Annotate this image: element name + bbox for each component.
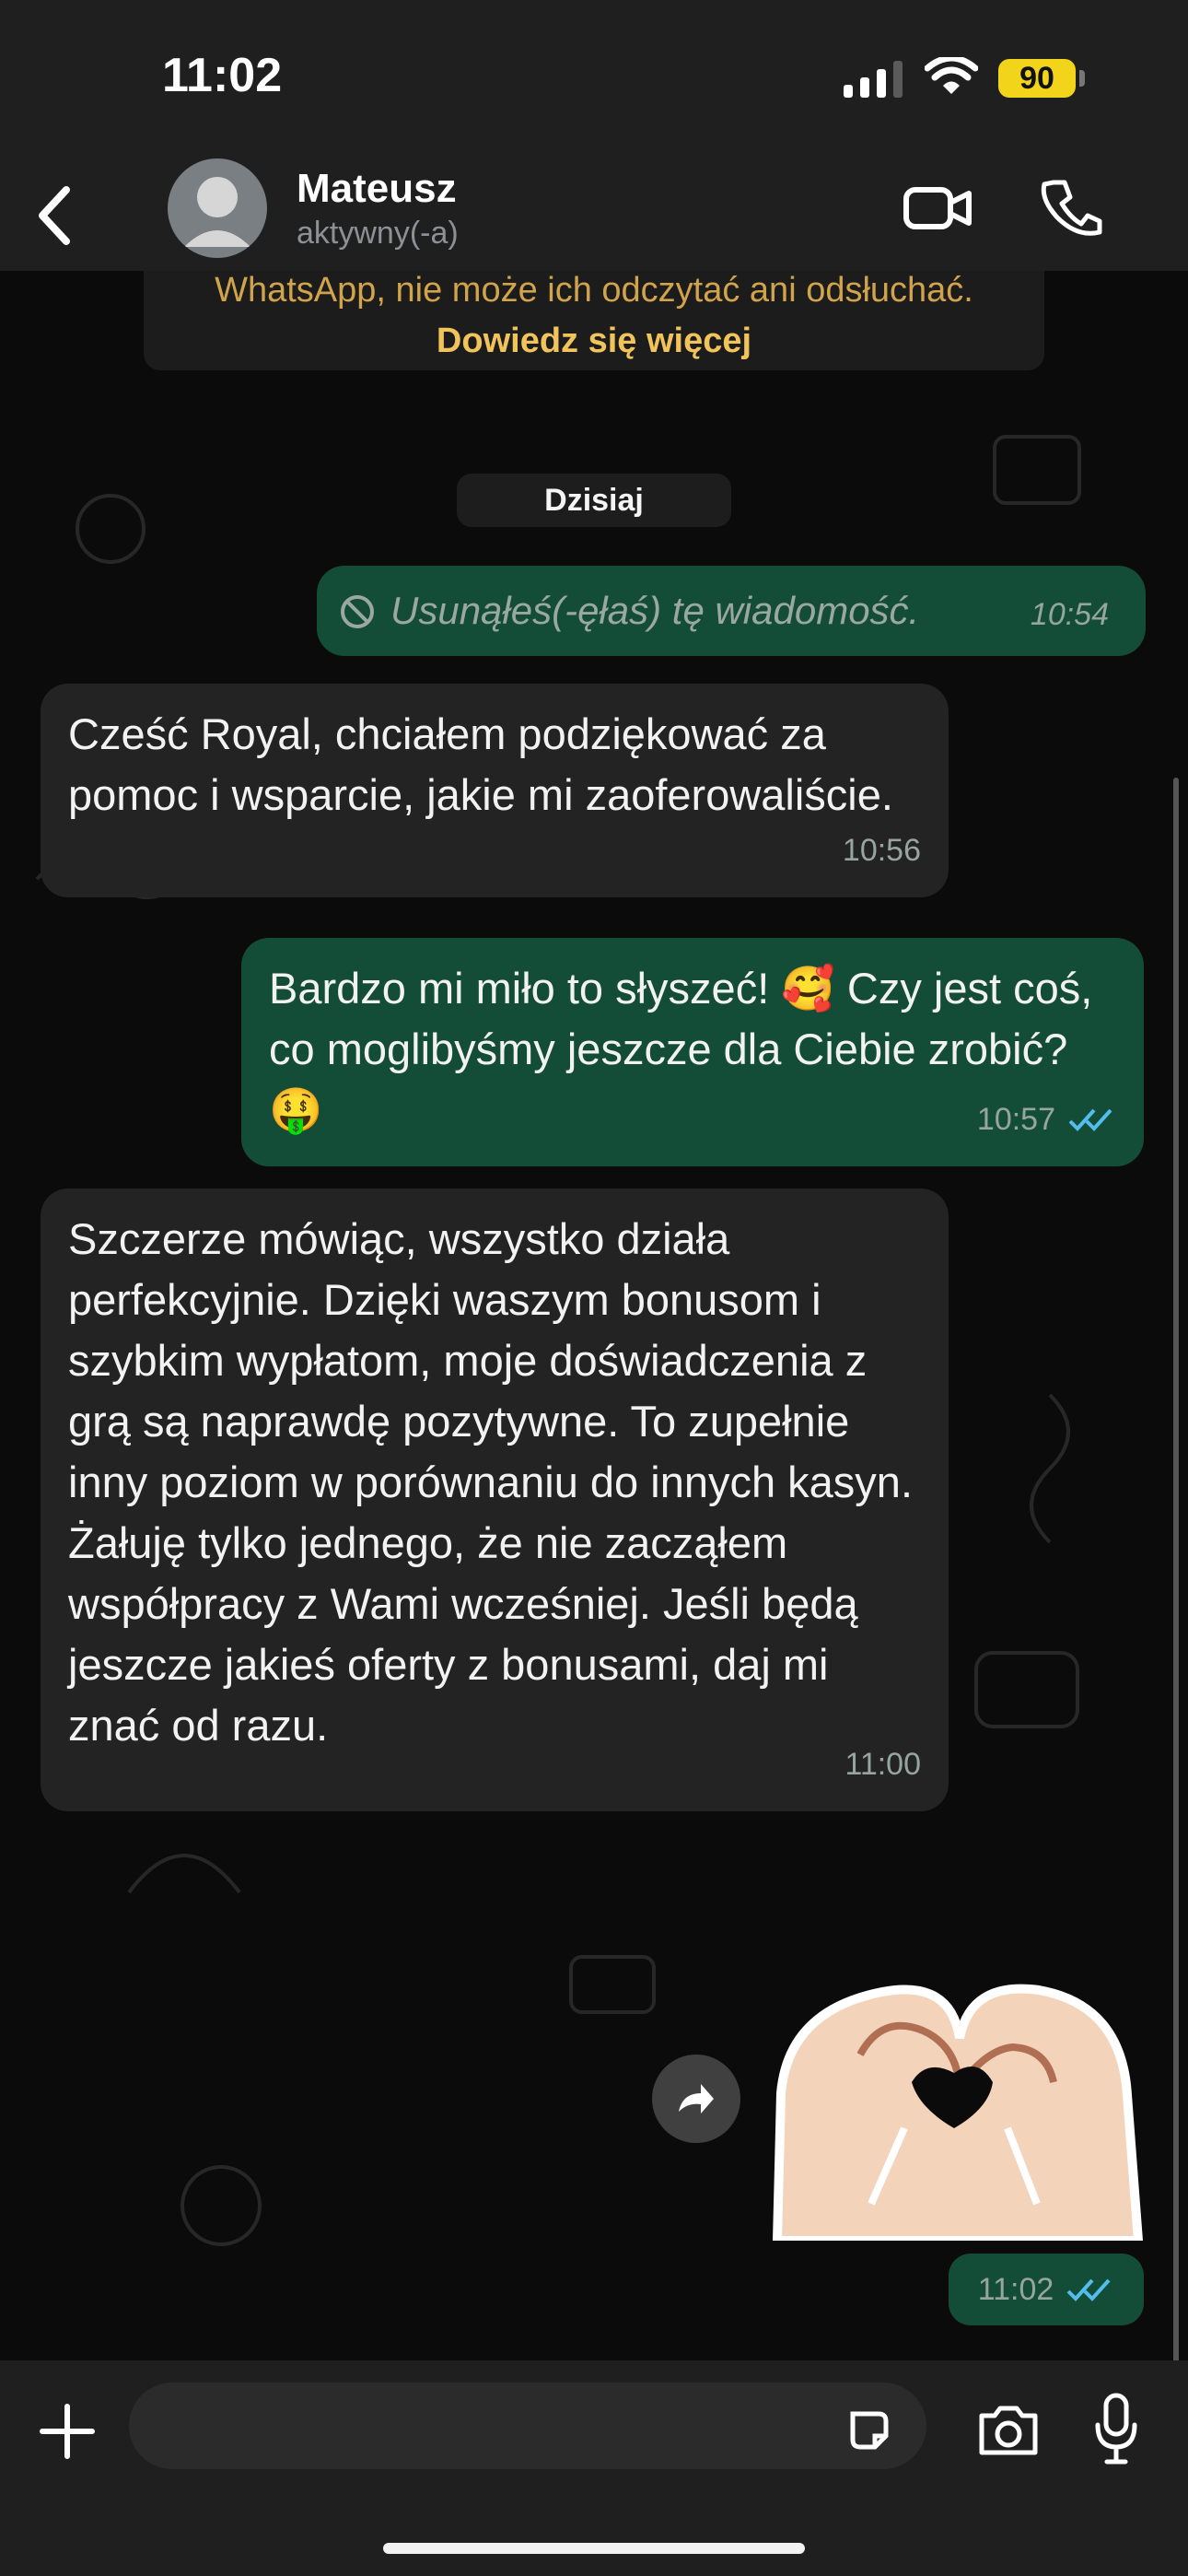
wifi-icon [925,57,978,94]
message-composer [0,2360,1188,2576]
sticker-icon[interactable] [844,2405,895,2456]
encryption-notice: WhatsApp, nie może ich odczytać ani odsł… [144,271,1044,370]
deleted-message-bubble[interactable]: Usunąłeś(-ęłaś) tę wiadomość. 10:54 [317,566,1146,656]
message-timestamp: 10:54 [1030,597,1109,632]
plus-icon[interactable] [35,2399,99,2464]
chat-area[interactable]: WhatsApp, nie może ich odczytać ani odsł… [0,271,1188,2360]
back-icon[interactable] [31,182,79,249]
chat-header: Mateusz aktywny(-a) [0,147,1188,273]
message-timestamp: 10:56 [842,833,921,868]
message-input[interactable] [129,2383,926,2469]
cellular-signal-icon [844,61,903,98]
deleted-message-text: Usunąłeś(-ęłaś) tę wiadomość. [390,589,920,632]
forward-icon [679,2084,714,2113]
message-text: Szczerze mówiąc, wszystko działa perfekc… [68,1214,914,1750]
contact-status: aktywny(-a) [297,216,459,251]
status-time: 11:02 [162,49,283,102]
default-avatar-icon [184,177,250,247]
sticker-timestamp: 11:02 [949,2254,1144,2325]
battery-tip [1079,70,1085,87]
contact-avatar[interactable] [168,158,267,258]
camera-icon[interactable] [974,2401,1042,2460]
outgoing-message-bubble[interactable]: Bardzo mi miło to słyszeć! 🥰 Czy jest co… [241,938,1144,1166]
video-call-icon[interactable] [903,181,974,236]
encryption-notice-text: WhatsApp, nie może ich odczytać ani odsł… [215,271,973,310]
incoming-message-bubble[interactable]: Cześć Royal, chciałem podziękować za pom… [41,684,949,897]
status-bar: 11:02 90 [0,0,1188,147]
read-receipt-icon [1068,1108,1112,1131]
heart-hands-icon[interactable] [761,1973,1146,2241]
contact-name[interactable]: Mateusz [297,166,457,212]
message-text: Bardzo mi miło to słyszeć! 🥰 Czy jest co… [269,964,1093,1134]
incoming-message-bubble[interactable]: Szczerze mówiąc, wszystko działa perfekc… [41,1188,949,1811]
phone-call-icon[interactable] [1039,175,1103,240]
message-timestamp: 10:57 [977,1089,1116,1150]
deleted-message-icon [341,595,374,628]
battery-level: 90 [998,59,1076,98]
home-indicator[interactable] [383,2543,805,2554]
read-receipt-icon [1066,2278,1111,2301]
forward-button[interactable] [652,2055,740,2143]
message-timestamp: 11:00 [844,1747,921,1782]
date-separator: Dzisiaj [457,474,731,527]
message-text: Cześć Royal, chciałem podziękować za pom… [68,709,893,819]
chat-scrollbar[interactable] [1173,778,1179,2360]
microphone-icon[interactable] [1092,2392,1140,2467]
learn-more-link[interactable]: Dowiedz się więcej [144,322,1044,361]
